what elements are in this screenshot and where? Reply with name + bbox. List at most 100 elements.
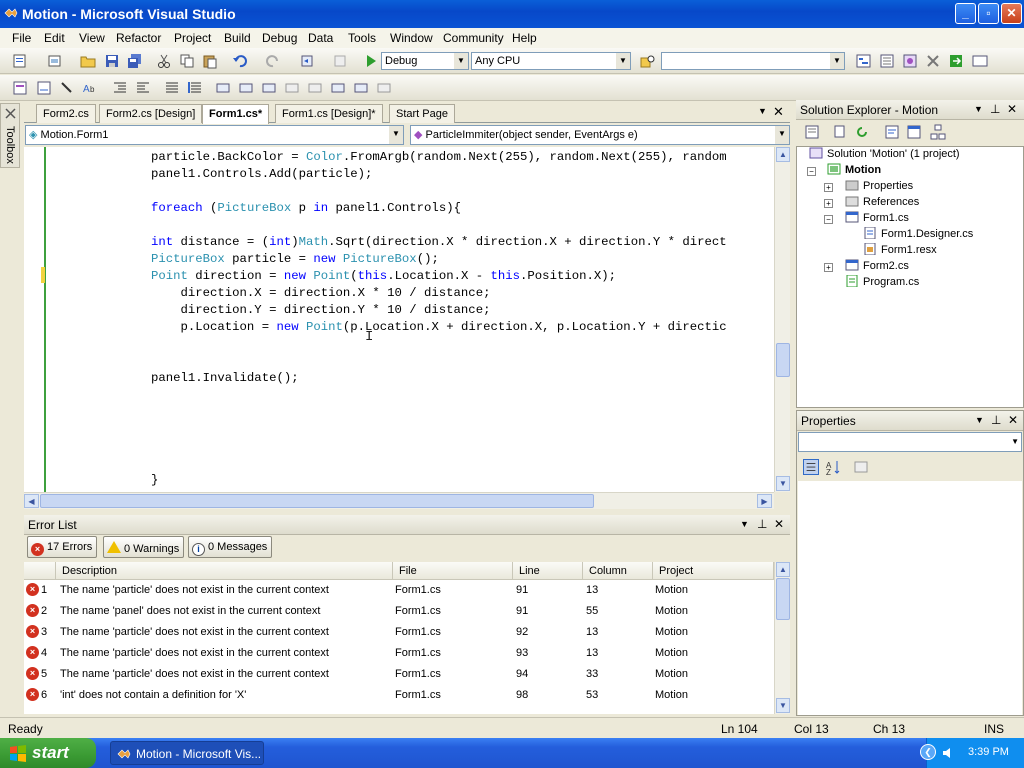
expand-icon[interactable]: +: [824, 199, 833, 208]
clear-bookmarks-icon[interactable]: [376, 80, 392, 96]
table-row[interactable]: × 2 The name 'panel' does not exist in t…: [24, 601, 774, 622]
undo-icon[interactable]: [232, 53, 248, 69]
messages-filter-button[interactable]: i0 Messages: [188, 536, 273, 558]
tab-form1-design[interactable]: Form1.cs [Design]*: [275, 104, 383, 123]
paste-icon[interactable]: [202, 53, 218, 69]
parameter-info-icon[interactable]: [36, 80, 52, 96]
property-pages-icon[interactable]: [853, 459, 869, 475]
scroll-thumb[interactable]: [776, 578, 790, 620]
scroll-down-icon[interactable]: ▼: [776, 476, 790, 491]
table-row[interactable]: × 3 The name 'particle' does not exist i…: [24, 622, 774, 643]
tab-form1-cs[interactable]: Form1.cs*: [202, 104, 270, 124]
object-browser-icon[interactable]: [902, 53, 918, 69]
column-header-line[interactable]: Line: [513, 562, 583, 580]
navigate-backward-icon[interactable]: [300, 53, 316, 69]
close-panel-icon[interactable]: ✕: [1007, 102, 1017, 116]
window-position-icon[interactable]: ▼: [974, 104, 983, 114]
categorized-icon[interactable]: [803, 459, 819, 475]
previous-bookmark-document-icon[interactable]: [330, 80, 346, 96]
close-document-icon[interactable]: ✕: [773, 104, 784, 120]
view-designer-icon[interactable]: [906, 124, 922, 140]
tab-form2-design[interactable]: Form2.cs [Design]: [99, 104, 203, 123]
solution-node[interactable]: Solution 'Motion' (1 project): [809, 147, 960, 160]
alphabetical-icon[interactable]: AZ: [825, 459, 841, 475]
close-button[interactable]: ✕: [1001, 3, 1022, 24]
new-project-icon[interactable]: [12, 53, 28, 69]
collapse-icon[interactable]: −: [807, 167, 816, 176]
add-item-icon[interactable]: [47, 53, 63, 69]
column-header-column[interactable]: Column: [583, 562, 653, 580]
auto-hide-pin-icon[interactable]: ⊥: [990, 102, 1000, 116]
window-position-icon[interactable]: ▼: [740, 519, 749, 529]
solution-platform-dropdown[interactable]: Any CPU ▼: [471, 52, 631, 70]
menu-file[interactable]: File: [12, 31, 31, 45]
column-header-description[interactable]: Description: [56, 562, 393, 580]
property-grid[interactable]: [798, 481, 1022, 715]
object-selector-dropdown[interactable]: ▼: [798, 432, 1022, 452]
close-panel-icon[interactable]: ✕: [1008, 413, 1018, 427]
maximize-button[interactable]: ▫: [978, 3, 999, 24]
scroll-down-icon[interactable]: ▼: [776, 698, 790, 713]
error-list-vertical-scrollbar[interactable]: ▲ ▼: [774, 562, 790, 714]
tree-item-form2[interactable]: Form2.cs: [845, 259, 909, 272]
navigate-forward-icon[interactable]: [333, 53, 349, 69]
scroll-thumb[interactable]: [40, 494, 594, 508]
scroll-left-icon[interactable]: ◀: [24, 494, 39, 508]
scroll-up-icon[interactable]: ▲: [776, 147, 790, 162]
next-bookmark-folder-icon[interactable]: [307, 80, 323, 96]
redo-icon[interactable]: [265, 53, 281, 69]
next-bookmark-document-icon[interactable]: [353, 80, 369, 96]
solution-explorer-icon[interactable]: [856, 53, 872, 69]
properties-window-icon[interactable]: [879, 53, 895, 69]
refresh-icon[interactable]: [854, 124, 870, 140]
expand-icon[interactable]: +: [824, 263, 833, 272]
view-code-icon[interactable]: [884, 124, 900, 140]
volume-icon[interactable]: [941, 746, 955, 760]
menu-tools[interactable]: Tools: [348, 31, 376, 45]
scroll-thumb[interactable]: [776, 343, 790, 377]
toolbox-icon[interactable]: [925, 53, 941, 69]
properties-icon[interactable]: [804, 124, 820, 140]
table-row[interactable]: × 4 The name 'particle' does not exist i…: [24, 643, 774, 664]
auto-hide-pin-icon[interactable]: ⊥: [991, 413, 1001, 427]
show-hidden-icons-icon[interactable]: ❮: [920, 744, 936, 760]
menu-view[interactable]: View: [79, 31, 105, 45]
clock[interactable]: 3:39 PM: [968, 746, 1009, 758]
table-row[interactable]: × 5 The name 'particle' does not exist i…: [24, 664, 774, 685]
next-bookmark-icon[interactable]: [261, 80, 277, 96]
solution-tree[interactable]: Solution 'Motion' (1 project) − Motion +…: [796, 146, 1024, 408]
start-page-icon[interactable]: [948, 53, 964, 69]
types-dropdown[interactable]: ◈ Motion.Form1 ▼: [25, 125, 404, 145]
tree-item-program[interactable]: Program.cs: [845, 275, 919, 288]
tree-item-references[interactable]: References: [845, 195, 919, 208]
save-all-icon[interactable]: [127, 53, 143, 69]
menu-refactor[interactable]: Refactor: [116, 31, 161, 45]
find-in-files-icon[interactable]: [640, 53, 656, 69]
editor-vertical-scrollbar[interactable]: ▲ ▼: [774, 147, 790, 492]
column-header-project[interactable]: Project: [653, 562, 774, 580]
increase-indent-icon[interactable]: [135, 80, 151, 96]
menu-data[interactable]: Data: [308, 31, 333, 45]
find-combo[interactable]: ▼: [661, 52, 845, 70]
complete-word-icon[interactable]: Ab: [82, 80, 98, 96]
tab-start-page[interactable]: Start Page: [389, 104, 455, 123]
command-window-icon[interactable]: [972, 53, 988, 69]
solution-configuration-dropdown[interactable]: Debug ▼: [381, 52, 469, 70]
tree-item-form1[interactable]: Form1.cs: [845, 211, 909, 224]
menu-project[interactable]: Project: [174, 31, 211, 45]
comment-lines-icon[interactable]: [164, 80, 180, 96]
toggle-bookmark-icon[interactable]: [215, 80, 231, 96]
column-header-file[interactable]: File: [393, 562, 513, 580]
taskbar-item-visual-studio[interactable]: Motion - Microsoft Vis...: [110, 741, 264, 765]
expand-icon[interactable]: +: [824, 183, 833, 192]
tree-item-form1-resx[interactable]: Form1.resx: [863, 243, 937, 256]
start-button[interactable]: start: [0, 738, 96, 768]
menu-community[interactable]: Community: [443, 31, 504, 45]
tree-item-form1-designer[interactable]: Form1.Designer.cs: [863, 227, 973, 240]
toolbox-tab[interactable]: Toolbox: [0, 103, 20, 168]
show-all-files-icon[interactable]: [832, 124, 848, 140]
column-header-icon[interactable]: [24, 562, 56, 580]
menu-edit[interactable]: Edit: [44, 31, 65, 45]
scroll-up-icon[interactable]: ▲: [776, 562, 790, 577]
active-files-dropdown-icon[interactable]: ▼: [758, 106, 767, 116]
